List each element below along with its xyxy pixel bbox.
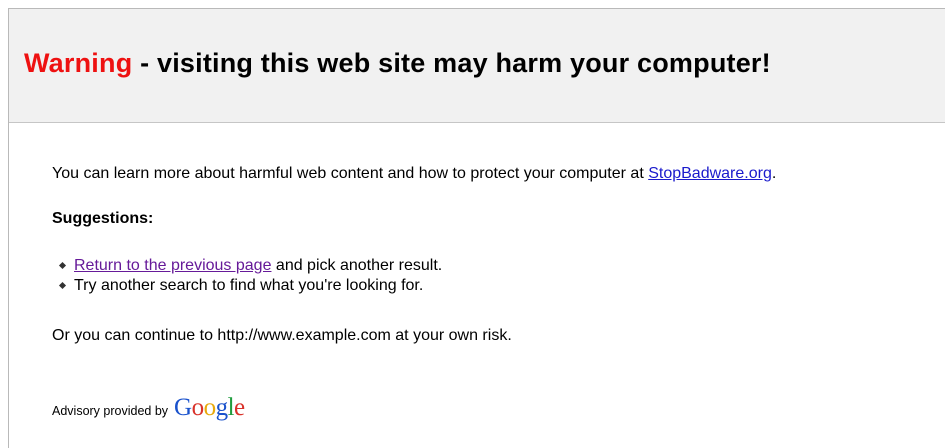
continue-text: Or you can continue to http://www.exampl… (52, 327, 512, 344)
warning-word: Warning (24, 48, 133, 78)
google-logo: Google (174, 394, 245, 421)
advisory-line: Advisory provided by Google (52, 394, 245, 421)
advisory-text: Advisory provided by (52, 404, 169, 418)
list-item: Try another search to find what you're l… (52, 276, 442, 296)
intro-text: You can learn more about harmful web con… (52, 165, 649, 182)
suggestion-text: Try another search to find what you're l… (74, 277, 424, 294)
suggestions-heading: Suggestions: (52, 210, 154, 227)
bullet-icon (58, 281, 67, 290)
warning-content: You can learn more about harmful web con… (52, 164, 945, 420)
warning-message: - visiting this web site may harm your c… (132, 48, 771, 78)
suggestion-text: and pick another result. (271, 257, 443, 274)
return-previous-page-link[interactable]: Return to the previous page (74, 257, 271, 274)
suggestions-list: Return to the previous page and pick ano… (52, 256, 442, 296)
bullet-icon (58, 261, 67, 270)
warning-header: Warning - visiting this web site may har… (9, 9, 945, 123)
intro-paragraph: You can learn more about harmful web con… (52, 164, 945, 184)
intro-trailing: . (771, 165, 777, 182)
warning-title: Warning - visiting this web site may har… (24, 48, 771, 79)
list-item: Return to the previous page and pick ano… (52, 256, 442, 276)
stopbadware-link[interactable]: StopBadware.org (648, 165, 772, 182)
